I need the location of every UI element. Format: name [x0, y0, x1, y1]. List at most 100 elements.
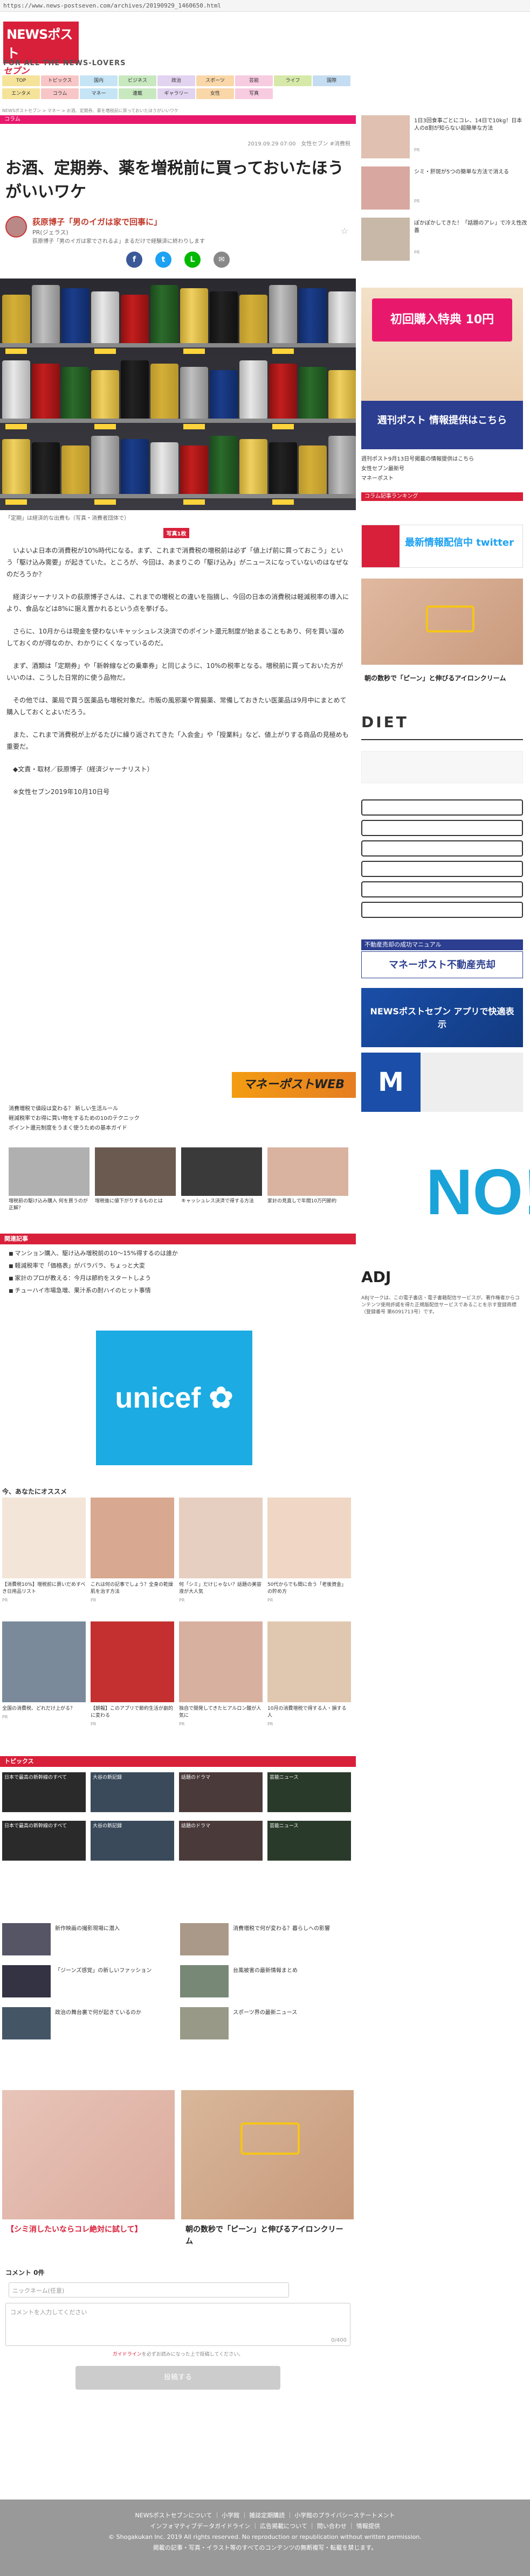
footer-line[interactable]: NEWSポストセブンについて ｜ 小学館 ｜ 雑誌定期購読 ｜ 小学館のプライバ…	[0, 2510, 530, 2521]
nav-item[interactable]: 政治	[157, 75, 195, 86]
nav-item[interactable]: ライフ	[274, 75, 312, 86]
sidebar-small-ad[interactable]	[361, 881, 523, 897]
diet-banner[interactable]: DIET	[361, 713, 523, 740]
beer-can	[269, 442, 297, 494]
photo-count[interactable]: 写真1枚	[0, 528, 356, 538]
guideline-link[interactable]: ガイドライン	[113, 2352, 142, 2357]
recommend-card[interactable]: 【朗報】このアプリで節約生活が劇的に変わる PR	[91, 1621, 174, 1726]
nav-item[interactable]: トピックス	[41, 75, 79, 86]
nav-item[interactable]: 芸能	[235, 75, 273, 86]
topic-item[interactable]: 「ジーンズ感覚」の新しいファッション	[2, 1965, 175, 2003]
related-item[interactable]: 家計のプロが教える：今月は節約をスタートしよう	[9, 1272, 354, 1285]
nav-item[interactable]: エンタメ	[2, 88, 40, 99]
sidebar-thumb[interactable]: ぽかぽかしてきた！「話題のアレ」で冷え性改善 PR	[361, 218, 530, 266]
sidebar-link[interactable]: 週刊ポスト9月13日号掲載の情報提供はこちら	[361, 455, 523, 464]
photo-count-badge: 写真1枚	[163, 528, 190, 538]
recommend-title: 今、あなたにオススメ	[2, 1488, 67, 1495]
nav-item[interactable]: ビジネス	[119, 75, 156, 86]
topic-card[interactable]: 日本で最高の新幹線のすべて	[2, 1821, 86, 1861]
article-photo[interactable]	[0, 279, 356, 510]
recommend-card[interactable]: 【消費税10%】増税前に買いだめすべき日用品リスト PR	[2, 1498, 86, 1603]
nav-item[interactable]: 写真	[235, 88, 273, 99]
skin-ad-left[interactable]: 【シミ消したいならコレ絶対に試して】	[2, 2090, 175, 2262]
footer-line[interactable]: インフォマティブデータガイドライン ｜ 広告掲載について ｜ 問い合わせ ｜ 情…	[0, 2521, 530, 2532]
twitter-share-button[interactable]: t	[155, 252, 171, 268]
topic-card[interactable]: 芸能ニュース	[267, 1821, 351, 1861]
recommend-card[interactable]: 何「シミ」だけじゃない？話題の美容液が大人気 PR	[179, 1498, 263, 1603]
sidebar-thumb[interactable]: シミ・肝斑が5つの簡単な方法で消える PR	[361, 166, 530, 215]
url-bar[interactable]: https://www.news-postseven.com/archives/…	[0, 0, 530, 12]
moneypost-thumb[interactable]: キャッシュレス決済で得する方法	[181, 1147, 262, 1205]
nav-item[interactable]: コラム	[41, 88, 79, 99]
sidebar-cream-ad[interactable]: 朝の数秒で「ピーン」と伸びるアイロンクリーム	[361, 670, 523, 702]
topic-card[interactable]: 芸能ニュース	[267, 1772, 351, 1812]
sidebar-ad-campaign[interactable]: 初回購入特典 10円 週刊ポスト 情報提供はこちら	[361, 288, 523, 449]
author-box[interactable]: 荻原博子「男のイガは家で回事に」 PR(ジェラス) 荻原博子「男のイガは家でされ…	[5, 216, 350, 248]
sidebar-link[interactable]: マネーポスト	[361, 474, 523, 484]
recommend-card[interactable]: 10月の消費増税で得する人・損する人 PR	[267, 1621, 351, 1726]
nickname-input[interactable]: ニックネーム(任意)	[9, 2282, 289, 2297]
moneypost-logo[interactable]: マネーポストWEB	[232, 1072, 356, 1098]
submit-comment-button[interactable]: 投稿する	[75, 2366, 280, 2390]
topic-item[interactable]: 消費増税で何が変わる？暮らしへの影響	[180, 1923, 353, 1961]
topic-item[interactable]: スポーツ界の最新ニュース	[180, 2007, 353, 2045]
sidebar-small-ad[interactable]	[361, 840, 523, 857]
topic-item[interactable]: 政治の舞台裏で何が起きているのか	[2, 2007, 175, 2045]
sidebar-small-ad[interactable]	[361, 799, 523, 816]
category-bar[interactable]: コラム	[0, 115, 356, 124]
sidebar-small-ad[interactable]	[361, 820, 523, 836]
topic-card[interactable]: 話題のドラマ	[179, 1772, 263, 1812]
twitter-banner[interactable]: 最新情報配信中 twitter	[361, 525, 523, 568]
comment-textarea[interactable]: コメントを入力してください 0/400	[5, 2303, 350, 2346]
moneypost-link[interactable]: ポイント還元制度をうまく使うための基本ガイド	[9, 1124, 354, 1133]
bookmark-icon[interactable]: ☆	[341, 226, 348, 236]
recommend-card[interactable]: 全国の消費税、どれだけ上がる？ PR	[2, 1621, 86, 1719]
sidebar-link[interactable]: 女性セブン最新号	[361, 464, 523, 474]
sidebar-small-ad[interactable]	[361, 861, 523, 877]
app-banner[interactable]: NEWSポストセブン アプリで快適表示	[361, 988, 523, 1047]
site-logo[interactable]: NEWSポストセブン	[3, 22, 79, 76]
moneypost-thumb[interactable]: 増税後に値下がりするものとは	[95, 1147, 176, 1205]
nav-item[interactable]: 国際	[313, 75, 350, 86]
topic-card[interactable]: 話題のドラマ	[179, 1821, 263, 1861]
facebook-share-button[interactable]: f	[126, 252, 142, 268]
moneypost-thumb[interactable]: 増税前の駆け込み購入 何を買うのが正解？	[9, 1147, 90, 1212]
line-share-button[interactable]: L	[184, 252, 201, 268]
sidebar-thumb[interactable]: 1日3回食事ごとにコレ、14日で10kg！日本人の8割が知らない超簡単な方法 PR	[361, 115, 530, 164]
beer-can	[180, 367, 208, 419]
topic-item[interactable]: 台風被害の最新情報まとめ	[180, 1965, 353, 2003]
nav-item[interactable]: ギャラリー	[157, 88, 195, 99]
nav-item[interactable]: マネー	[80, 88, 118, 99]
unicef-ad[interactable]: unicef ✿	[96, 1331, 252, 1465]
moneypost-link[interactable]: 消費増税で値段は変わる？ 新しい生活ルール	[9, 1104, 354, 1114]
nav-item[interactable]: 連載	[119, 88, 156, 99]
related-item[interactable]: マンション購入、駆け込み増税前の10〜15%得するのは誰か	[9, 1248, 354, 1260]
topic-card[interactable]: 大谷の新記録	[91, 1821, 174, 1861]
sidebar-photo-ad[interactable]: M	[361, 1053, 523, 1112]
moneypost-link[interactable]: 軽減税率でお得に買い物をするための10のテクニック	[9, 1114, 354, 1124]
sidebar-blank-ad[interactable]	[361, 751, 523, 783]
nav-item[interactable]: 女性	[196, 88, 234, 99]
recommend-card[interactable]: これは何の記事でしょう？全身の乾燥肌を治す方法 PR	[91, 1498, 174, 1603]
mail-share-button[interactable]: ✉	[214, 252, 230, 268]
nav-item[interactable]: TOP	[2, 75, 40, 86]
beer-can	[121, 439, 149, 494]
sidebar-small-ad[interactable]	[361, 902, 523, 918]
recommend-card[interactable]: 独自で開発してきたヒアルロン酸が人気に PR	[179, 1621, 263, 1726]
recommend-card[interactable]: 50代からでも間に合う「老後資金」の貯め方 PR	[267, 1498, 351, 1603]
topic-image	[180, 2007, 229, 2039]
related-item[interactable]: チューハイ市場急増、果汁系の酎ハイのヒット事情	[9, 1285, 354, 1297]
moneypost-thumb[interactable]: 家計の見直しで年間10万円節約	[267, 1147, 348, 1205]
topic-item[interactable]: 新作映画の撮影現場に潜入	[2, 1923, 175, 1961]
mpf-banner[interactable]: マネーポスト不動産売却	[361, 951, 523, 978]
topic-card[interactable]: 大谷の新記録	[91, 1772, 174, 1812]
sidebar-skin-ad[interactable]	[361, 579, 523, 665]
skin-ad-right[interactable]: 朝の数秒で「ピーン」と伸びるアイロンクリーム	[181, 2090, 354, 2262]
topic-card[interactable]: 日本で最高の新幹線のすべて	[2, 1772, 86, 1812]
article-title: お酒、定期券、薬を増税前に買っておいたほうがいいワケ	[5, 159, 344, 201]
price-tag	[272, 349, 294, 354]
related-item[interactable]: 軽減税率で「価格表」がバラバラ、ちょっと大変	[9, 1260, 354, 1272]
no-ad[interactable]: NO!	[361, 1123, 530, 1263]
nav-item[interactable]: スポーツ	[196, 75, 234, 86]
nav-item[interactable]: 国内	[80, 75, 118, 86]
